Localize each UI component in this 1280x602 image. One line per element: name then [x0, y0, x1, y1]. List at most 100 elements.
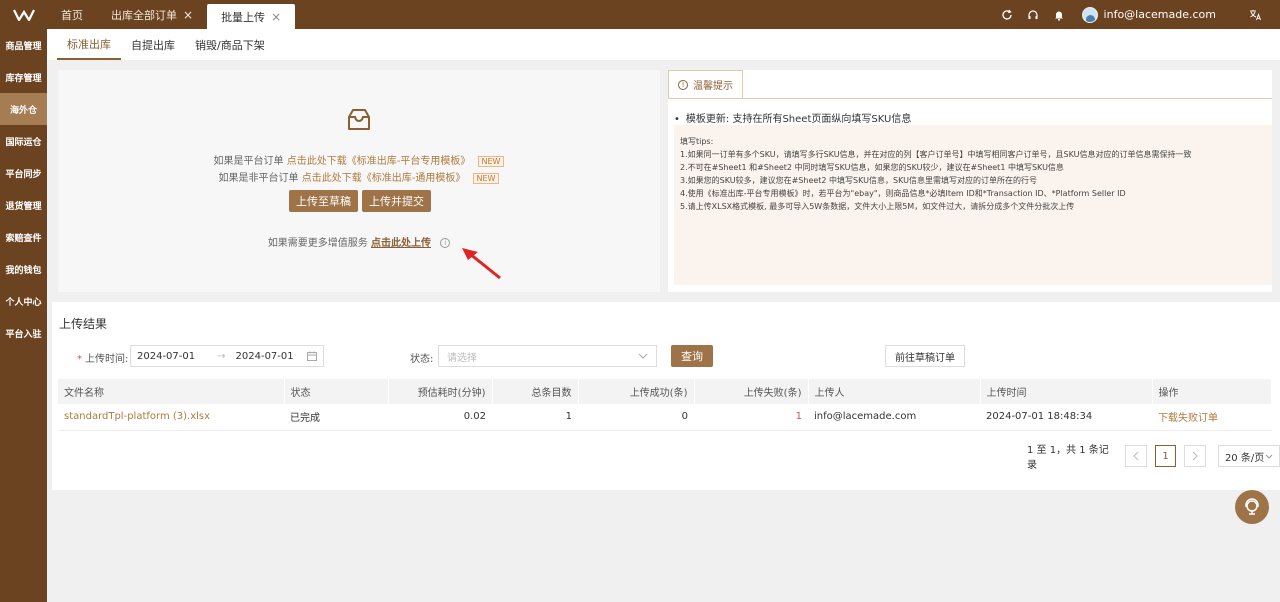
sidebar-item-platform-sync[interactable]: 平台同步 [0, 157, 47, 189]
results-title: 上传结果 [59, 317, 108, 331]
column-header: 上传人 [808, 379, 981, 404]
divider [668, 98, 1272, 99]
upload-results-table: 文件名称 状态 预估耗时(分钟) 总条目数 上传成功(条) 上传失败(条) 上传… [58, 379, 1272, 431]
info-icon[interactable]: i [440, 238, 451, 248]
upload-time-label: * 上传时间: [77, 354, 129, 365]
red-arrow-icon [462, 248, 501, 280]
subtab-self-pickup[interactable]: 自提出库 [121, 29, 185, 60]
column-header: 上传成功(条) [578, 379, 695, 404]
sidebar: 商品管理 库存管理 海外仓 国际运仓 平台同步 退货管理 索赔查件 我的钱包 个… [0, 29, 47, 602]
new-badge: NEW [477, 155, 505, 167]
date-range-picker[interactable]: 2024-07-01 → 2024-07-01 [130, 345, 324, 367]
tab-all-outbound-orders[interactable]: 出库全部订单 × [97, 0, 207, 29]
file-name-link[interactable]: standardTpl-platform (3).xlsx [58, 404, 284, 431]
sidebar-item-platform-onboarding[interactable]: 平台入驻 [0, 317, 47, 349]
translate-icon[interactable] [1242, 9, 1268, 21]
download-failed-orders-link[interactable]: 下载失败订单 [1152, 404, 1272, 431]
tips-panel: !温馨提示 模板更新: 支持在所有Sheet页面纵向填写SKU信息 填写tips… [668, 70, 1272, 292]
subtab-destroy-delist[interactable]: 销毁/商品下架 [185, 29, 275, 60]
sidebar-item-international-shipping[interactable]: 国际运仓 [0, 125, 47, 157]
user-email[interactable]: info@lacemade.com [1104, 8, 1216, 21]
bell-icon[interactable] [1046, 9, 1072, 21]
date-separator: → [217, 350, 226, 362]
customer-support-button[interactable] [1235, 490, 1269, 524]
date-end: 2024-07-01 [235, 350, 294, 362]
tips-box: 填写tips: 1.如果同一订单有多个SKU，请填写多行SKU信息，并在对应的列… [674, 125, 1272, 285]
platform-template-download-link[interactable]: 点击此处下载《标准出库-平台专用模板》 [287, 156, 471, 167]
status-cell: 已完成 [284, 404, 388, 431]
date-start: 2024-07-01 [137, 350, 196, 362]
sidebar-item-inventory-management[interactable]: 库存管理 [0, 61, 47, 93]
chevron-down-icon [1265, 454, 1273, 459]
pagination: 1 至 1，共 1 条记录 1 20 条/页 [1027, 441, 1280, 471]
tip-line: 2.不可在#Sheet1 和#Sheet2 中同时填写SKU信息，如果您的SKU… [680, 163, 1064, 172]
subtab-standard-outbound[interactable]: 标准出库 [57, 29, 121, 60]
page-size-value: 20 条/页 [1224, 452, 1265, 464]
search-button[interactable]: 查询 [671, 345, 713, 367]
logo-icon [12, 9, 35, 21]
column-header: 文件名称 [58, 379, 285, 404]
table-header: 文件名称 状态 预估耗时(分钟) 总条目数 上传成功(条) 上传失败(条) 上传… [58, 379, 1272, 404]
pagination-summary: 1 至 1，共 1 条记录 [1027, 445, 1109, 471]
template-update-note: 模板更新: 支持在所有Sheet页面纵向填写SKU信息 [674, 110, 911, 125]
column-header: 操作 [1152, 379, 1272, 404]
top-bar: 首页 出库全部订单 × 批量上传 × info@lacemade.com [0, 0, 1280, 29]
tips-title: 填写tips: [680, 137, 714, 146]
status-select[interactable]: 请选择 [438, 345, 657, 367]
fail-cell: 1 [694, 404, 808, 431]
column-header: 上传失败(条) [694, 379, 809, 404]
success-cell: 0 [578, 404, 694, 431]
sidebar-item-profile[interactable]: 个人中心 [0, 285, 47, 317]
upload-panel: 如果是平台订单 点击此处下载《标准出库-平台专用模板》 NEW 如果是非平台订单… [58, 70, 660, 292]
chevron-down-icon [638, 353, 648, 359]
next-page-button[interactable] [1184, 445, 1206, 467]
info-icon: ! [678, 79, 688, 90]
tips-tab[interactable]: ! 温馨提示 [668, 70, 743, 98]
new-badge: NEW [472, 172, 500, 184]
page-number[interactable]: 1 [1154, 445, 1177, 467]
refresh-icon[interactable] [994, 9, 1020, 21]
column-header: 状态 [284, 379, 389, 404]
sidebar-item-claims[interactable]: 索赔查件 [0, 221, 47, 253]
avatar[interactable] [1081, 6, 1098, 23]
close-icon[interactable]: × [271, 10, 281, 24]
column-header: 总条目数 [492, 379, 579, 404]
sidebar-item-wallet[interactable]: 我的钱包 [0, 253, 47, 285]
column-header: 上传时间 [980, 379, 1153, 404]
chevron-left-icon [1133, 451, 1139, 461]
uploader-cell: info@lacemade.com [808, 404, 980, 431]
table-row: standardTpl-platform (3).xlsx 已完成 0.02 1… [58, 404, 1272, 431]
sidebar-item-returns[interactable]: 退货管理 [0, 189, 47, 221]
support-agent-icon [1245, 498, 1259, 515]
status-placeholder: 请选择 [447, 352, 477, 364]
tab-home[interactable]: 首页 [47, 0, 97, 29]
upload-time-cell: 2024-07-01 18:48:34 [980, 404, 1152, 431]
upload-to-draft-button[interactable]: 上传至草稿 [289, 190, 358, 212]
sidebar-item-overseas-warehouse[interactable]: 海外仓 [0, 93, 47, 125]
estimated-time-cell: 0.02 [388, 404, 492, 431]
inbox-icon [348, 109, 370, 130]
value-added-upload-link[interactable]: 点击此处上传 [371, 238, 431, 249]
upload-and-submit-button[interactable]: 上传并提交 [362, 190, 431, 212]
tip-line: 3.如果您的SKU较多，建议您在#Sheet2 中填写SKU信息，SKU信息里需… [680, 176, 1037, 185]
go-to-draft-orders-button[interactable]: 前往草稿订单 [885, 345, 965, 367]
close-icon[interactable]: × [183, 8, 193, 22]
headset-icon[interactable] [1020, 9, 1046, 21]
total-cell: 1 [492, 404, 578, 431]
tab-batch-upload[interactable]: 批量上传 × [207, 4, 296, 29]
logo[interactable] [0, 0, 47, 29]
generic-template-download-link[interactable]: 点击此处下载《标准出库-通用模板》 [302, 173, 466, 184]
sidebar-item-product-management[interactable]: 商品管理 [0, 29, 47, 61]
upload-results-section: 上传结果 * 上传时间: 2024-07-01 → 2024-07-01 状态: … [52, 302, 1280, 490]
calendar-icon [307, 351, 317, 361]
subtabs: 标准出库 自提出库 销毁/商品下架 [47, 29, 1280, 61]
value-added-service-line: 如果需要更多增值服务 点击此处上传 i [58, 234, 660, 249]
status-label: 状态: [410, 354, 434, 365]
column-header: 预估耗时(分钟) [388, 379, 493, 404]
chevron-right-icon [1192, 451, 1198, 461]
prev-page-button[interactable] [1125, 445, 1147, 467]
tip-line: 4.使用《标准出库-平台专用模板》时，若平台为"ebay"，则商品信息*必填It… [680, 189, 1126, 198]
platform-template-line: 如果是平台订单 点击此处下载《标准出库-平台专用模板》 NEW [58, 152, 660, 167]
generic-template-line: 如果是非平台订单 点击此处下载《标准出库-通用模板》 NEW [58, 169, 660, 184]
page-size-select[interactable]: 20 条/页 [1217, 445, 1280, 467]
